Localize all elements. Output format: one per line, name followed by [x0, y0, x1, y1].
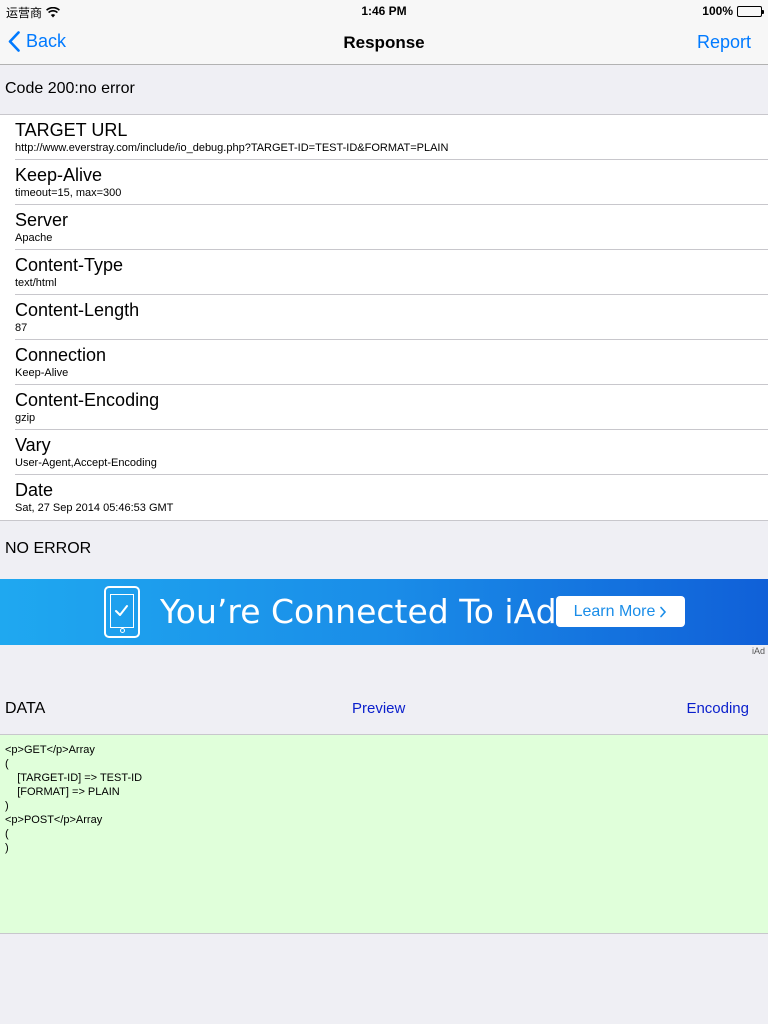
header-row-content-length[interactable]: Content-Length 87	[0, 295, 768, 340]
header-name: Connection	[15, 345, 107, 365]
preview-button[interactable]: Preview	[352, 700, 405, 717]
header-name: Content-Encoding	[15, 390, 160, 410]
response-body-text: <p>GET</p>Array ( [TARGET-ID] => TEST-ID…	[5, 744, 143, 854]
iad-label: iAd	[751, 646, 765, 656]
iad-headline: You’re Connected To iAd	[160, 592, 557, 631]
battery-percent: 100%	[702, 4, 733, 18]
header-row-keep-alive[interactable]: Keep-Alive timeout=15, max=300	[0, 160, 768, 205]
chevron-left-icon	[8, 31, 20, 52]
status-time: 1:46 PM	[361, 4, 407, 18]
header-value: http://www.everstray.com/include/io_debu…	[15, 142, 449, 154]
header-name: Vary	[15, 435, 51, 455]
header-row-date[interactable]: Date Sat, 27 Sep 2014 05:46:53 GMT	[0, 475, 768, 520]
navigation-bar: Back Response Report	[0, 22, 768, 65]
header-name: TARGET URL	[15, 120, 128, 140]
learn-more-button[interactable]: Learn More	[556, 596, 685, 627]
header-row-server[interactable]: Server Apache	[0, 205, 768, 250]
iad-banner[interactable]: You’re Connected To iAd Learn More	[0, 579, 768, 645]
header-row-vary[interactable]: Vary User-Agent,Accept-Encoding	[0, 430, 768, 475]
header-name: Date	[15, 480, 54, 500]
data-section-label: DATA	[5, 700, 46, 717]
battery-icon	[737, 5, 764, 17]
header-value: gzip	[15, 412, 36, 424]
header-row-connection[interactable]: Connection Keep-Alive	[0, 340, 768, 385]
header-value: Apache	[15, 232, 53, 244]
header-row-content-encoding[interactable]: Content-Encoding gzip	[0, 385, 768, 430]
response-body-view[interactable]: <p>GET</p>Array ( [TARGET-ID] => TEST-ID…	[0, 734, 768, 934]
header-name: Content-Length	[15, 300, 140, 320]
back-label: Back	[26, 31, 67, 51]
chevron-right-icon	[660, 606, 667, 617]
back-button[interactable]: Back	[8, 31, 66, 52]
header-name: Keep-Alive	[15, 165, 103, 185]
header-value: timeout=15, max=300	[15, 187, 122, 199]
response-header-list: TARGET URL http://www.everstray.com/incl…	[0, 114, 768, 521]
header-value: 87	[15, 322, 28, 334]
status-code-text: Code 200:no error	[5, 80, 135, 97]
battery-group: 100%	[702, 4, 764, 18]
learn-more-label: Learn More	[573, 602, 656, 620]
report-button[interactable]: Report	[697, 32, 751, 53]
header-name: Server	[15, 210, 69, 230]
tablet-check-icon	[104, 586, 140, 638]
header-row-target-url[interactable]: TARGET URL http://www.everstray.com/incl…	[0, 115, 768, 160]
header-value: User-Agent,Accept-Encoding	[15, 457, 157, 469]
nav-title: Response	[343, 33, 425, 52]
status-bar: 运营商 1:46 PM 100%	[0, 0, 768, 22]
error-status-text: NO ERROR	[5, 540, 92, 557]
header-value: Sat, 27 Sep 2014 05:46:53 GMT	[15, 502, 174, 514]
header-value: Keep-Alive	[15, 367, 69, 379]
header-name: Content-Type	[15, 255, 124, 275]
header-value: text/html	[15, 277, 57, 289]
encoding-button[interactable]: Encoding	[686, 700, 749, 717]
header-row-content-type[interactable]: Content-Type text/html	[0, 250, 768, 295]
